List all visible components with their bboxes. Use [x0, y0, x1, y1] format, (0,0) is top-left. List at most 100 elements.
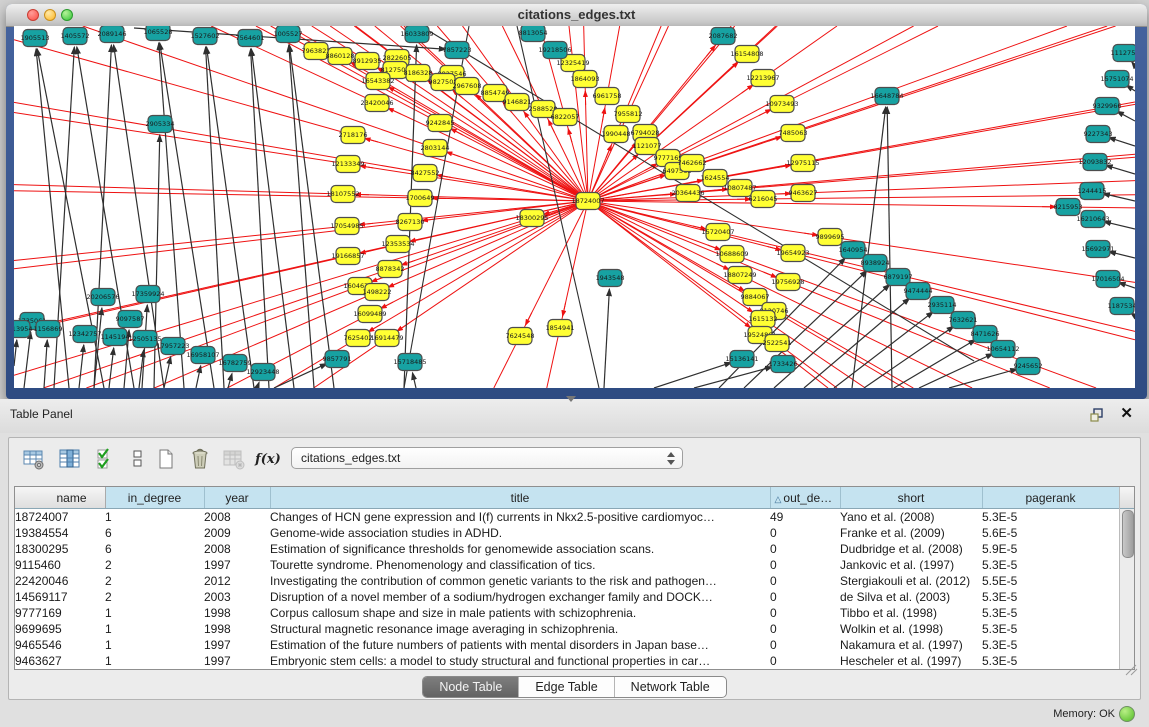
graph-node[interactable]: 2803144	[421, 140, 450, 157]
graph-node[interactable]: 15751074	[1100, 71, 1133, 88]
graph-node[interactable]: 9227343	[1084, 126, 1113, 143]
graph-node[interactable]: 12353534	[381, 236, 414, 253]
graph-node[interactable]: 19654923	[776, 245, 809, 262]
column-visibility-icon[interactable]	[57, 446, 83, 472]
panel-drag-handle[interactable]	[566, 396, 576, 402]
graph-node[interactable]: 10688609	[715, 246, 748, 263]
column-header-year[interactable]: year	[204, 487, 270, 509]
network-graph-canvas[interactable]: 1872400779638228860128891293528226058127…	[14, 26, 1135, 388]
import-table-icon[interactable]	[221, 446, 247, 472]
graph-node[interactable]: 15136141	[725, 351, 758, 368]
graph-node[interactable]: 17054985	[330, 218, 363, 235]
graph-node[interactable]: 16154808	[730, 46, 763, 63]
graph-node[interactable]: 19166857	[331, 248, 364, 265]
close-panel-icon[interactable]: ✕	[1120, 404, 1133, 422]
graph-node[interactable]: 9242845	[426, 115, 455, 132]
graph-node[interactable]: 7625402	[344, 330, 373, 347]
graph-node[interactable]: 15718485	[393, 354, 426, 371]
graph-node[interactable]: 12975115	[786, 155, 819, 172]
graph-node[interactable]: 18724007	[571, 193, 604, 210]
graph-node[interactable]: 1145194	[101, 329, 130, 346]
graph-node[interactable]: 1700649	[406, 190, 435, 207]
table-row[interactable]: 969969511998Structural magnetic resonanc…	[15, 621, 1119, 637]
graph-node[interactable]: 9463627	[789, 185, 818, 202]
graph-node[interactable]: 7632621	[949, 312, 978, 329]
graph-node[interactable]: 8860128	[326, 48, 355, 65]
table-row[interactable]: 1830029562008Estimation of significance …	[15, 541, 1119, 557]
tab-node-table[interactable]: Node Table	[423, 677, 519, 697]
row-selection-icon[interactable]	[93, 446, 119, 472]
graph-node[interactable]: 1498222	[363, 284, 392, 301]
graph-node[interactable]: 2935114	[928, 297, 957, 314]
graph-node[interactable]: 9329966	[1093, 98, 1122, 115]
create-column-icon[interactable]	[153, 446, 179, 472]
graph-node[interactable]: 7564601	[236, 30, 265, 47]
graph-node[interactable]: 10973493	[765, 96, 798, 113]
graph-node[interactable]: 16914479	[370, 330, 403, 347]
graph-node[interactable]: 1905513	[21, 30, 50, 47]
graph-node[interactable]: 12342757	[68, 326, 101, 343]
graph-node[interactable]: 8427552	[411, 165, 440, 182]
graph-node[interactable]: 1615132	[749, 311, 778, 328]
graph-node[interactable]: 16543382	[361, 73, 394, 90]
table-row[interactable]: 946362711997Embryonic stem cells: a mode…	[15, 653, 1119, 669]
graph-node[interactable]: 1187534	[1108, 298, 1135, 315]
graph-node[interactable]: 1156869	[34, 321, 63, 338]
tab-edge-table[interactable]: Edge Table	[519, 677, 614, 697]
graph-node[interactable]: 15720407	[701, 224, 734, 241]
column-header-short[interactable]: short	[840, 487, 982, 509]
graph-node[interactable]: 19218506	[538, 42, 571, 59]
graph-node[interactable]: 23420046	[360, 95, 393, 112]
graph-node[interactable]: 1405572	[61, 28, 90, 45]
graph-node[interactable]: 1005527	[274, 26, 303, 43]
table-row[interactable]: 1456911722003Disruption of a novel membe…	[15, 589, 1119, 605]
graph-node[interactable]: 7857223	[443, 42, 472, 59]
graph-node[interactable]: 1527602	[191, 28, 220, 45]
column-header-name[interactable]: name	[15, 487, 105, 509]
graph-node[interactable]: 7955812	[614, 106, 643, 123]
graph-node[interactable]: 3913954	[14, 321, 32, 338]
graph-node[interactable]: 2967608	[453, 78, 482, 95]
graph-node[interactable]: 9474444	[904, 283, 933, 300]
float-panel-icon[interactable]	[1089, 407, 1105, 423]
graph-node[interactable]: 1990448	[602, 126, 631, 143]
graph-node[interactable]: 1065528	[144, 26, 173, 41]
graph-node[interactable]: 12923448	[246, 364, 279, 381]
scrollbar-thumb[interactable]	[1122, 510, 1134, 558]
graph-node[interactable]: 1943548	[596, 270, 625, 287]
graph-node[interactable]: 12213967	[746, 70, 779, 87]
graph-node[interactable]: 16648784	[870, 88, 903, 105]
graph-node[interactable]: 9245652	[1014, 358, 1043, 375]
graph-node[interactable]: 6216045	[749, 191, 778, 208]
table-vertical-scrollbar[interactable]	[1119, 487, 1134, 669]
graph-node[interactable]: 6961758	[593, 88, 622, 105]
graph-node[interactable]: 2718176	[339, 127, 368, 144]
table-row[interactable]: 1872400712008Changes of HCN gene express…	[15, 509, 1119, 526]
column-header-in_degree[interactable]: in_degree	[105, 487, 204, 509]
graph-node[interactable]: 7462662	[678, 155, 707, 172]
graph-node[interactable]: 16210643	[1076, 211, 1109, 228]
graph-node[interactable]: 16099489	[353, 306, 386, 323]
graph-node[interactable]: 17957223	[156, 338, 189, 355]
graph-node[interactable]: 2522541	[763, 335, 792, 352]
column-header-out_de[interactable]: △out_de…	[770, 487, 840, 509]
graph-node[interactable]: 17016504	[1091, 271, 1124, 288]
table-mode-icon[interactable]	[21, 446, 47, 472]
delete-column-icon[interactable]	[187, 446, 213, 472]
graph-node[interactable]: 8215953	[1054, 199, 1083, 216]
table-row[interactable]: 977716911998Corpus callosum shape and si…	[15, 605, 1119, 621]
graph-node[interactable]: 1244415	[1078, 183, 1107, 200]
graph-node[interactable]: 10654112	[986, 341, 1019, 358]
graph-node[interactable]: 2089146	[98, 26, 127, 43]
column-header-pagerank[interactable]: pagerank	[982, 487, 1119, 509]
table-row[interactable]: 2242004622012Investigating the contribut…	[15, 573, 1119, 589]
tab-network-table[interactable]: Network Table	[615, 677, 726, 697]
graph-node[interactable]: 1854941	[546, 320, 575, 337]
graph-node[interactable]: 2905334	[146, 116, 175, 133]
graph-node[interactable]: 7624548	[506, 328, 535, 345]
graph-node[interactable]: 1640954	[839, 242, 868, 259]
graph-node[interactable]: 9097587	[116, 311, 145, 328]
graph-node[interactable]: 9857791	[323, 351, 352, 368]
graph-node[interactable]: 6822057	[551, 109, 580, 126]
graph-node[interactable]: 20364436	[671, 185, 704, 202]
